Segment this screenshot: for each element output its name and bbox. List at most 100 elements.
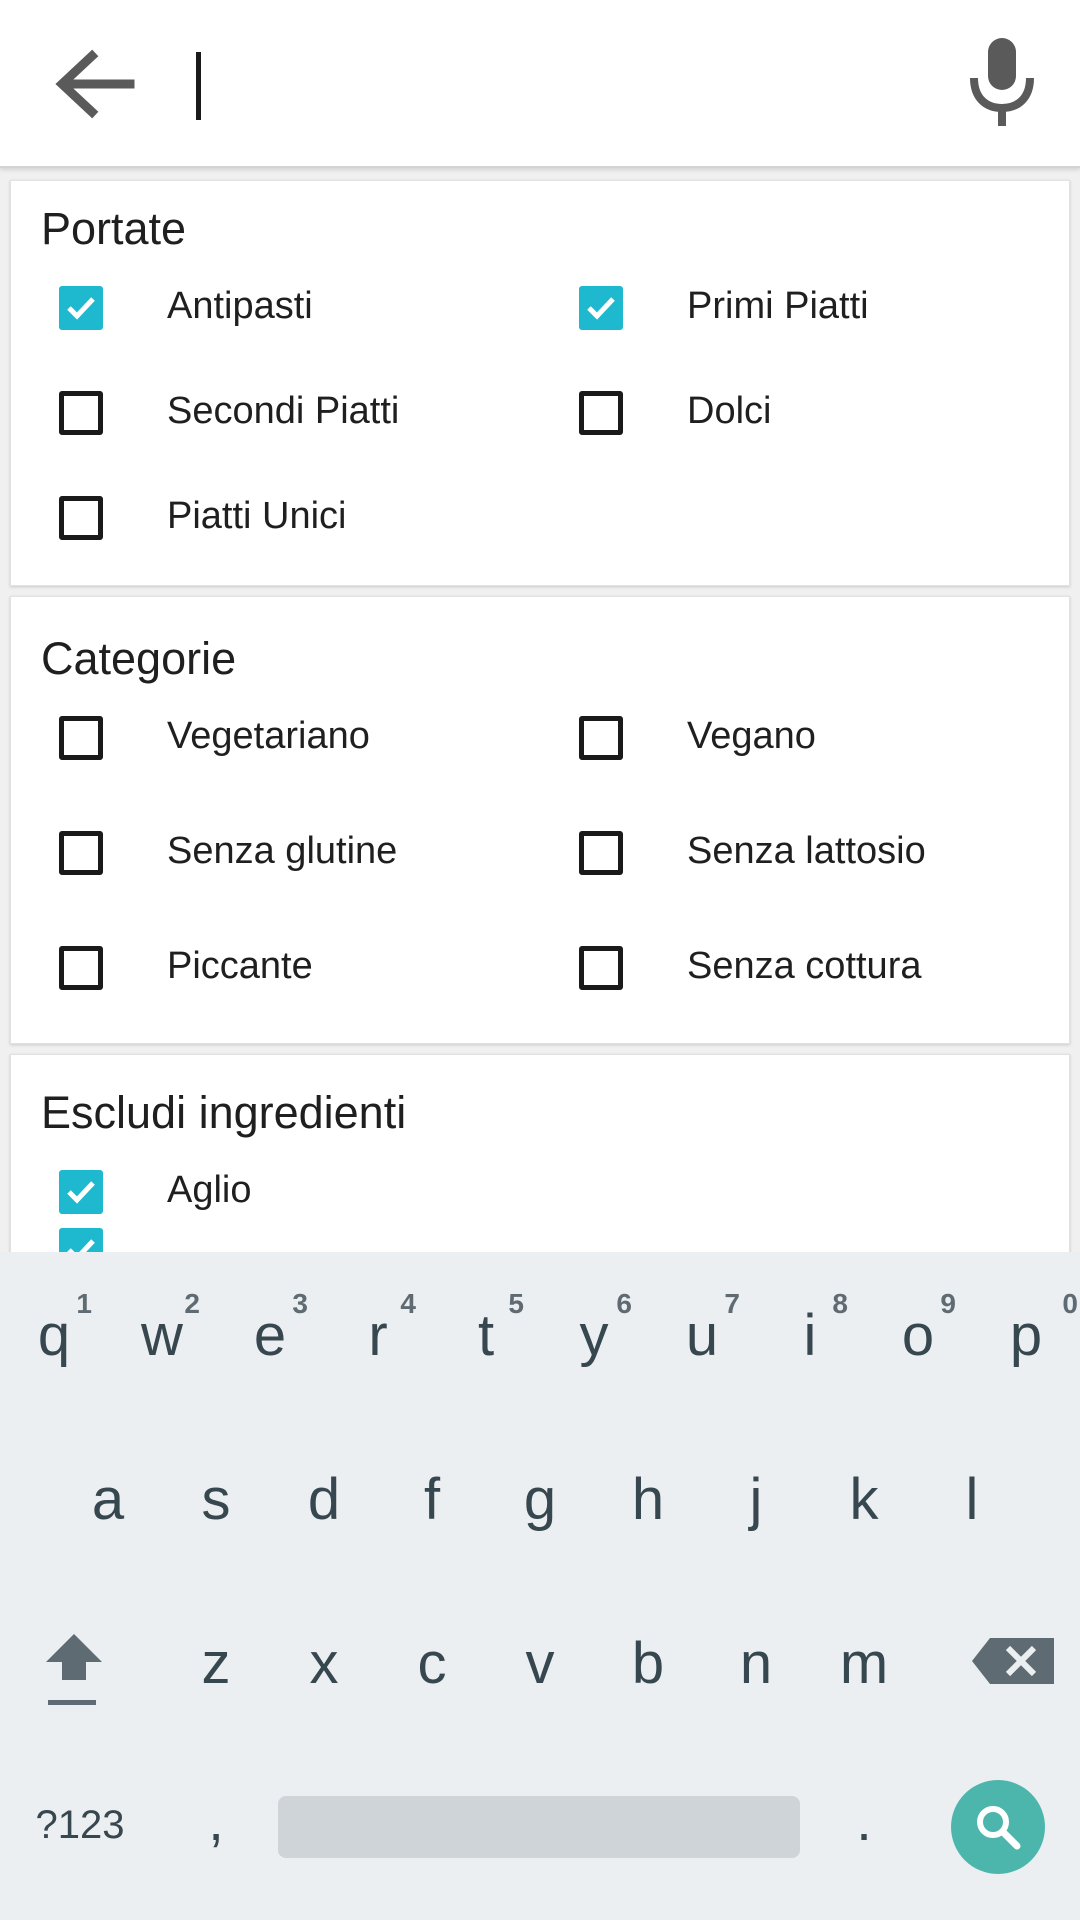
filter-list: Portate Antipasti Primi Piatti Secondi P… <box>0 168 1080 1252</box>
option-vegano[interactable]: Vegano <box>579 693 1079 783</box>
option-antipasti[interactable]: Antipasti <box>59 263 559 353</box>
option-label: Dolci <box>687 390 772 432</box>
key-char: l <box>965 1467 979 1532</box>
key-char: m <box>839 1631 889 1696</box>
key-hint: 0 <box>1062 1288 1078 1319</box>
period-key[interactable]: . <box>816 1780 912 1890</box>
key-w[interactable]: w2 <box>108 1268 216 1398</box>
key-a[interactable]: a <box>54 1432 162 1562</box>
option-label: Piatti Unici <box>167 495 347 537</box>
option-label: Vegano <box>687 715 816 757</box>
key-e[interactable]: e3 <box>216 1268 324 1398</box>
arrow-left-icon <box>55 49 135 119</box>
key-i[interactable]: i8 <box>756 1268 864 1398</box>
key-p[interactable]: p0 <box>972 1268 1080 1398</box>
option-piccante[interactable]: Piccante <box>59 923 559 1013</box>
text-cursor <box>196 52 201 120</box>
shift-icon <box>46 1634 102 1705</box>
checkbox[interactable] <box>579 286 623 330</box>
symbols-key[interactable]: ?123 <box>10 1780 150 1870</box>
key-char: j <box>749 1467 763 1532</box>
space-bar[interactable] <box>278 1796 800 1858</box>
search-key[interactable] <box>951 1780 1045 1874</box>
section-title: Portate <box>41 203 187 254</box>
soft-keyboard: q1 w2 e3 r4 t5 y6 u7 i8 o9 p0 a s d f g … <box>0 1252 1080 1920</box>
key-char: a <box>91 1467 125 1532</box>
key-char: v <box>525 1631 555 1696</box>
option-senza-lattosio[interactable]: Senza lattosio <box>579 808 1079 898</box>
key-b[interactable]: b <box>594 1596 702 1726</box>
checkbox[interactable] <box>59 1228 103 1252</box>
key-char: d <box>307 1467 341 1532</box>
key-hint: 9 <box>940 1288 956 1319</box>
search-input[interactable] <box>190 40 930 130</box>
back-button[interactable] <box>52 44 136 124</box>
option-label: Senza glutine <box>167 830 398 872</box>
option-dolci[interactable]: Dolci <box>579 368 1079 458</box>
checkbox[interactable] <box>579 391 623 435</box>
key-char: g <box>523 1467 557 1532</box>
key-y[interactable]: y6 <box>540 1268 648 1398</box>
key-char: k <box>849 1467 879 1532</box>
key-hint: 3 <box>292 1288 308 1319</box>
checkbox[interactable] <box>579 831 623 875</box>
space-bar-fill <box>278 1796 800 1858</box>
option-label: Antipasti <box>167 285 313 327</box>
search-icon <box>977 1806 1021 1850</box>
key-x[interactable]: x <box>270 1596 378 1726</box>
checkbox[interactable] <box>59 286 103 330</box>
key-char: . <box>856 1789 872 1852</box>
key-d[interactable]: d <box>270 1432 378 1562</box>
key-char: , <box>208 1789 224 1852</box>
checkbox[interactable] <box>579 716 623 760</box>
key-char: x <box>309 1631 339 1696</box>
option-vegetariano[interactable]: Vegetariano <box>59 693 559 783</box>
checkbox[interactable] <box>59 946 103 990</box>
key-char: h <box>631 1467 665 1532</box>
key-h[interactable]: h <box>594 1432 702 1562</box>
option-senza-glutine[interactable]: Senza glutine <box>59 808 559 898</box>
option-partially-hidden[interactable] <box>59 1205 559 1252</box>
shift-key[interactable] <box>0 1596 148 1726</box>
option-label: Primi Piatti <box>687 285 869 327</box>
key-hint: 2 <box>184 1288 200 1319</box>
voice-search-button[interactable] <box>966 36 1038 128</box>
key-o[interactable]: o9 <box>864 1268 972 1398</box>
key-c[interactable]: c <box>378 1596 486 1726</box>
checkbox[interactable] <box>579 946 623 990</box>
key-v[interactable]: v <box>486 1596 594 1726</box>
key-g[interactable]: g <box>486 1432 594 1562</box>
key-n[interactable]: n <box>702 1596 810 1726</box>
comma-key[interactable]: , <box>168 1780 264 1890</box>
checkbox[interactable] <box>59 716 103 760</box>
key-char: ?123 <box>35 1803 125 1847</box>
key-k[interactable]: k <box>810 1432 918 1562</box>
key-l[interactable]: l <box>918 1432 1026 1562</box>
key-s[interactable]: s <box>162 1432 270 1562</box>
checkbox[interactable] <box>59 496 103 540</box>
option-senza-cottura[interactable]: Senza cottura <box>579 923 1079 1013</box>
search-key-bg <box>951 1780 1045 1874</box>
section-title: Escludi ingredienti <box>41 1087 407 1138</box>
key-char: b <box>631 1631 665 1696</box>
checkbox[interactable] <box>59 391 103 435</box>
key-u[interactable]: u7 <box>648 1268 756 1398</box>
option-label: Senza lattosio <box>687 830 926 872</box>
key-r[interactable]: r4 <box>324 1268 432 1398</box>
backspace-key[interactable] <box>946 1596 1080 1726</box>
key-q[interactable]: q1 <box>0 1268 108 1398</box>
option-primi-piatti[interactable]: Primi Piatti <box>579 263 1079 353</box>
key-t[interactable]: t5 <box>432 1268 540 1398</box>
option-piatti-unici[interactable]: Piatti Unici <box>59 473 559 563</box>
search-toolbar <box>0 0 1080 168</box>
escludi-ingredienti-card: Escludi ingredienti Aglio <box>10 1054 1070 1252</box>
key-j[interactable]: j <box>702 1432 810 1562</box>
option-label: Vegetariano <box>167 715 370 757</box>
option-label: Piccante <box>167 945 313 987</box>
key-f[interactable]: f <box>378 1432 486 1562</box>
key-z[interactable]: z <box>162 1596 270 1726</box>
checkbox[interactable] <box>59 831 103 875</box>
key-m[interactable]: m <box>810 1596 918 1726</box>
option-secondi-piatti[interactable]: Secondi Piatti <box>59 368 559 458</box>
key-hint: 6 <box>616 1288 632 1319</box>
